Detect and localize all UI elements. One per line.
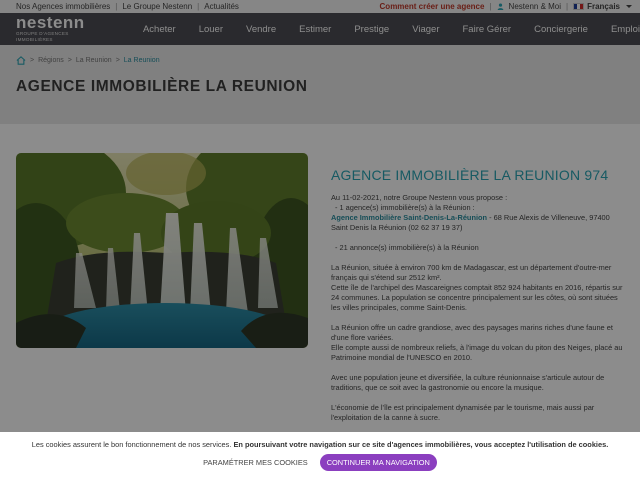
paragraph: Au 11-02-2021, notre Groupe Nestenn vous… — [331, 193, 508, 202]
continue-navigation-button[interactable]: CONTINUER MA NAVIGATION — [319, 454, 437, 471]
paragraph: La Réunion offre un cadre grandiose, ave… — [331, 323, 613, 342]
main-content: AGENCE IMMOBILIÈRE LA REUNION 974 Au 11-… — [0, 124, 640, 480]
paragraph: L'économie de l'île est principalement d… — [331, 403, 595, 422]
home-icon[interactable] — [16, 56, 26, 65]
breadcrumb: > Régions > La Reunion > La Reunion — [16, 56, 624, 65]
breadcrumb-separator: > — [67, 57, 72, 64]
nav-item-louer[interactable]: Louer — [199, 24, 223, 35]
link-actualites[interactable]: Actualités — [204, 2, 239, 11]
nav-item-viager[interactable]: Viager — [412, 24, 439, 35]
cookie-settings-button[interactable]: PARAMÉTRER MES COOKIES — [203, 458, 308, 467]
create-agency-link[interactable]: Comment créer une agence — [380, 2, 485, 11]
nav-item-estimer[interactable]: Estimer — [299, 24, 331, 35]
top-right-links: Comment créer une agence | Nestenn & Moi… — [380, 2, 632, 11]
cookie-message: Les cookies assurent le bon fonctionneme… — [0, 440, 640, 449]
agency-entry: Agence Immobilière Saint-Denis-La-Réunio… — [331, 213, 627, 233]
page-header: > Régions > La Reunion > La Reunion AGEN… — [0, 45, 640, 124]
description-text: Au 11-02-2021, notre Groupe Nestenn vous… — [331, 193, 627, 423]
nav-menu: Acheter Louer Vendre Estimer Prestige Vi… — [143, 24, 640, 35]
chevron-down-icon — [626, 5, 632, 8]
separator: | — [566, 2, 569, 11]
french-flag-icon — [573, 3, 585, 10]
link-agences[interactable]: Nos Agences immobilières — [16, 2, 110, 11]
language-label: Français — [587, 2, 620, 11]
page-title: AGENCE IMMOBILIÈRE LA REUNION — [16, 78, 308, 95]
separator: | — [115, 2, 118, 11]
waterfall-photo — [16, 153, 308, 348]
nav-item-prestige[interactable]: Prestige — [354, 24, 389, 35]
language-selector[interactable]: Français — [573, 2, 632, 11]
cookie-message-normal: Les cookies assurent le bon fonctionneme… — [31, 440, 234, 449]
logo-name: nestenn — [16, 13, 85, 32]
nav-item-vendre[interactable]: Vendre — [246, 24, 276, 35]
top-links: Nos Agences immobilières | Le Groupe Nes… — [16, 2, 239, 11]
logo-tagline: GROUPE D'AGENCES IMMOBILIÈRES — [16, 31, 69, 42]
breadcrumb-item-regions[interactable]: Régions — [38, 57, 64, 64]
account-link[interactable]: Nestenn & Moi — [509, 2, 561, 11]
cookie-message-bold: En poursuivant votre navigation sur ce s… — [233, 440, 609, 449]
top-utility-bar: Nos Agences immobilières | Le Groupe Nes… — [0, 0, 640, 13]
nav-item-emploi[interactable]: Emploi — [611, 24, 640, 35]
nav-item-conciergerie[interactable]: Conciergerie — [534, 24, 588, 35]
main-navigation: nestenn GROUPE D'AGENCES IMMOBILIÈRES Ac… — [0, 13, 640, 45]
breadcrumb-separator: > — [30, 57, 35, 64]
breadcrumb-item-region[interactable]: La Reunion — [76, 57, 112, 64]
paragraph: Elle compte aussi de nombreux reliefs, à… — [331, 343, 623, 362]
link-groupe[interactable]: Le Groupe Nestenn — [122, 2, 192, 11]
separator: | — [489, 2, 492, 11]
agency-link[interactable]: Agence Immobilière Saint-Denis-La-Réunio… — [331, 213, 487, 222]
user-icon — [497, 3, 503, 10]
logo[interactable]: nestenn GROUPE D'AGENCES IMMOBILIÈRES — [16, 13, 99, 43]
paragraph: Avec une population jeune et diversifiée… — [331, 373, 605, 392]
paragraph: La Réunion, située à environ 700 km de M… — [331, 263, 612, 282]
paragraph: Cette île de l'archipel des Mascareignes… — [331, 283, 623, 312]
separator: | — [197, 2, 200, 11]
agency-description: AGENCE IMMOBILIÈRE LA REUNION 974 Au 11-… — [331, 168, 627, 423]
nav-item-acheter[interactable]: Acheter — [143, 24, 176, 35]
section-heading: AGENCE IMMOBILIÈRE LA REUNION 974 — [331, 167, 609, 183]
breadcrumb-item-current: La Reunion — [123, 57, 160, 64]
nav-item-faire-gerer[interactable]: Faire Gérer — [463, 24, 512, 35]
breadcrumb-separator: > — [115, 57, 120, 64]
paragraph: - 21 annonce(s) immobilière(s) à la Réun… — [335, 243, 479, 252]
paragraph: - 1 agence(s) immobilière(s) à la Réunio… — [335, 203, 475, 212]
cookie-actions: PARAMÉTRER MES COOKIES CONTINUER MA NAVI… — [0, 454, 640, 471]
cookie-banner: Les cookies assurent le bon fonctionneme… — [0, 432, 640, 480]
